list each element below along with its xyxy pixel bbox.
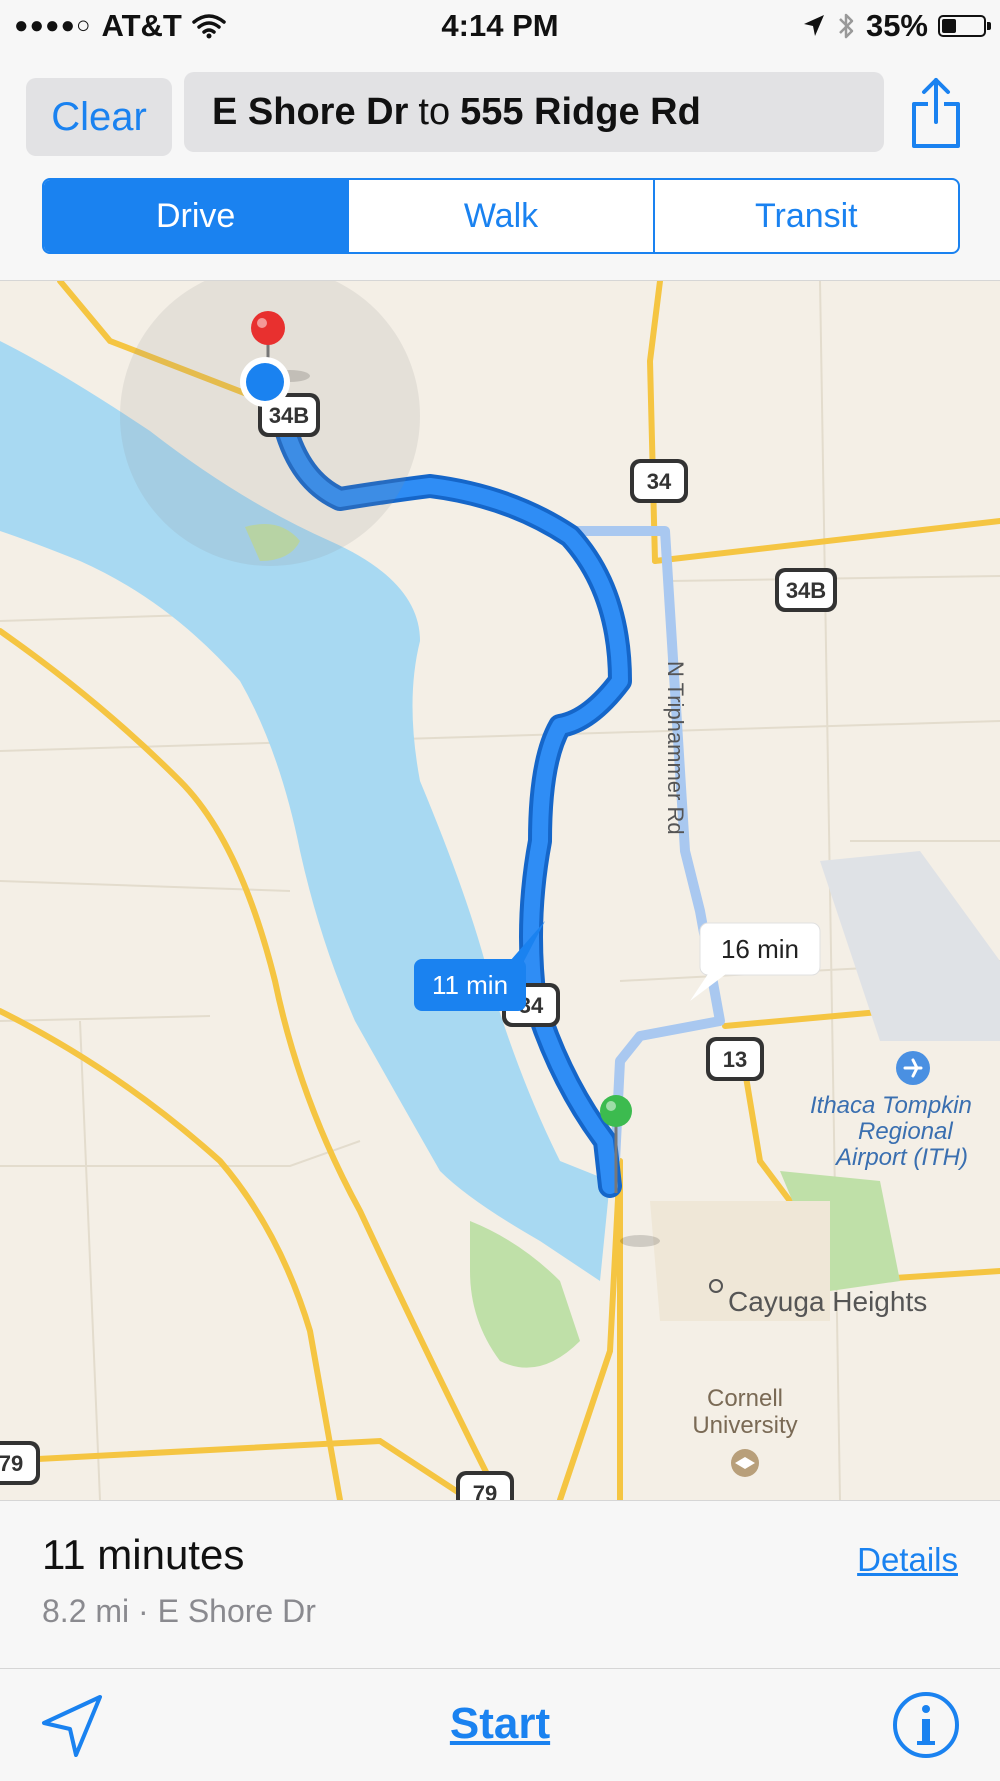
route-distance-info: 8.2 mi · E Shore Dr [42,1593,316,1629]
directions-header: Clear E Shore Dr to 555 Ridge Rd Drive W… [0,52,1000,281]
street-label-triphammer: N Triphammer Rd [663,661,688,835]
mode-drive[interactable]: Drive [44,180,348,252]
airport-label: Ithaca Tompkin [810,1092,972,1119]
transport-mode-selector: Drive Walk Transit [42,178,960,254]
battery-percent: 35% [865,8,928,43]
route-duration: 11 minutes [42,1531,245,1578]
primary-route-time: 11 min [432,970,508,1000]
details-link[interactable]: Details [857,1541,958,1579]
status-right: 35% [802,8,991,44]
place-label-cornell: Cornell [707,1385,783,1412]
route-summary: 11 minutes 8.2 mi · E Shore Dr Details [0,1500,1000,1669]
airport-label: Regional [858,1118,953,1145]
shield-label: 34B [269,403,309,428]
current-location-icon[interactable] [240,357,290,407]
shield-label: 79 [0,1451,23,1476]
route-connector: to [418,90,451,133]
alt-route-time: 16 min [721,934,799,964]
battery-fill [942,19,956,33]
route-field[interactable]: E Shore Dr to 555 Ridge Rd [184,72,884,152]
university-icon[interactable] [731,1449,759,1477]
map-canvas[interactable]: 34B 34 34B 34 13 79 79 N Triphammer Rd 1… [0,281,1000,1500]
map-view[interactable]: 34B 34 34B 34 13 79 79 N Triphammer Rd 1… [0,281,1000,1500]
route-destination: 555 Ridge Rd [460,90,701,133]
place-label-cayuga-heights: Cayuga Heights [728,1286,927,1317]
location-arrow-icon [803,15,824,36]
bluetooth-icon [839,13,854,39]
info-icon[interactable] [890,1689,962,1761]
shield-label: 13 [723,1047,747,1072]
share-icon[interactable] [906,72,966,152]
status-bar: ●●●●○ AT&T 4:14 PM 35% [0,0,1000,52]
mode-transit[interactable]: Transit [652,180,958,252]
route-origin: E Shore Dr [212,90,409,133]
battery-icon [938,15,991,37]
bottom-toolbar: Start [0,1668,1000,1781]
airport-label: Airport (ITH) [834,1144,968,1171]
mode-walk[interactable]: Walk [347,180,652,252]
airport-icon[interactable] [896,1051,930,1085]
shield-label: 79 [473,1481,497,1500]
place-label-cornell: University [692,1412,797,1439]
shield-label: 34B [786,578,826,603]
start-button[interactable]: Start [0,1699,1000,1749]
shield-label: 34 [647,469,672,494]
clear-button[interactable]: Clear [26,78,172,156]
